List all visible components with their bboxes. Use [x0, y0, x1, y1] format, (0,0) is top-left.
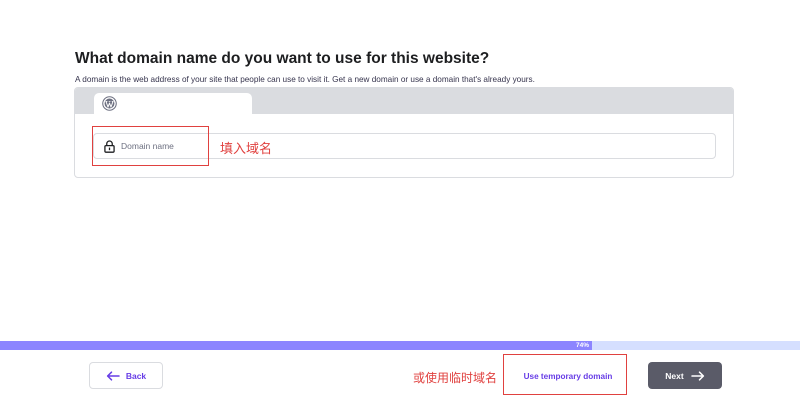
- annotation-fill-domain: 填入域名: [220, 142, 273, 157]
- progress-label: 74%: [575, 342, 589, 349]
- page-title: What domain name do you want to use for …: [75, 50, 490, 67]
- progress-fill: 74%: [0, 341, 592, 350]
- progress-bar: 74%: [0, 341, 800, 350]
- page-subtitle: A domain is the web address of your site…: [75, 75, 535, 84]
- arrow-left-icon: [106, 370, 120, 381]
- back-button-label: Back: [125, 370, 147, 381]
- browser-topbar: [75, 88, 733, 114]
- back-button[interactable]: Back: [89, 362, 163, 389]
- arrow-right-icon: [690, 370, 704, 381]
- annotation-box-domain-field: [92, 126, 209, 166]
- use-temporary-domain-button[interactable]: Use temporary domain: [515, 364, 621, 388]
- next-button-label: Next: [665, 370, 684, 381]
- wordpress-icon: [102, 96, 117, 111]
- use-temporary-domain-label: Use temporary domain: [523, 371, 613, 381]
- browser-tab: [94, 93, 252, 114]
- next-button[interactable]: Next: [648, 362, 722, 389]
- annotation-or-temporary: 或使用临时域名: [413, 371, 498, 385]
